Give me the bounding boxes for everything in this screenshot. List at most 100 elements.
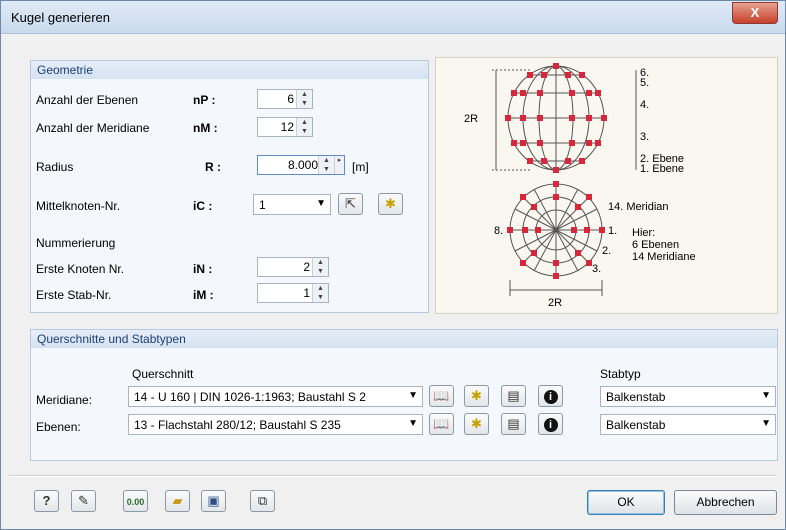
first-member-stepper[interactable]: 1 ▲ ▼ bbox=[257, 283, 329, 303]
sections-header: Querschnitte und Stabtypen bbox=[31, 330, 777, 348]
new-icon: ✱ bbox=[471, 388, 482, 403]
chevron-down-icon: ▼ bbox=[408, 418, 418, 429]
copy-icon: ⧉ bbox=[257, 493, 268, 508]
sphere-diagram: 2R 2R 6. 5. 4. 3. 2. Ebene 1. Ebene 14. … bbox=[435, 57, 778, 314]
radius-symbol: R : bbox=[205, 160, 221, 174]
help-button[interactable]: ? bbox=[34, 490, 59, 512]
new-node-button[interactable]: ✱ bbox=[378, 193, 403, 215]
planes-member-type-select[interactable]: Balkenstab ▼ bbox=[600, 414, 776, 435]
info-button[interactable]: i bbox=[538, 385, 563, 407]
radius-label: Radius bbox=[36, 160, 74, 174]
planes-cross-section-value: 13 - Flachstahl 280/12; Baustahl S 235 bbox=[134, 418, 341, 432]
library-button[interactable]: 📖 bbox=[429, 413, 454, 435]
meridian-14-label: 14. Meridian bbox=[608, 201, 669, 213]
info-icon: i bbox=[543, 390, 558, 404]
copy-button[interactable]: ⧉ bbox=[250, 490, 275, 512]
new-icon: ✱ bbox=[471, 416, 482, 431]
edit-section-button[interactable]: ▤ bbox=[501, 413, 526, 435]
info-icon: i bbox=[543, 418, 558, 432]
pick-node-button[interactable]: ⇱ bbox=[338, 193, 363, 215]
help-icon: ? bbox=[42, 493, 51, 508]
footer-separator bbox=[9, 475, 777, 477]
center-label: Mittelknoten-Nr. bbox=[36, 199, 121, 213]
planes-row-label: Ebenen: bbox=[36, 420, 81, 434]
units-icon: 0.00 bbox=[126, 497, 145, 507]
first-member-label: Erste Stab-Nr. bbox=[36, 288, 112, 302]
spin-arrows-icon[interactable]: ▲ ▼ bbox=[312, 258, 328, 276]
cross-section-header: Querschnitt bbox=[132, 367, 194, 381]
note-title: Hier: bbox=[632, 227, 655, 239]
chevron-down-icon: ▼ bbox=[761, 418, 771, 429]
radius-input[interactable]: 8.000 ▲ ▼ ▸ bbox=[257, 155, 345, 175]
level-1: 1. Ebene bbox=[640, 163, 684, 175]
planes-stepper[interactable]: 6 ▲ ▼ bbox=[257, 89, 313, 109]
meridians-stepper[interactable]: 12 ▲ ▼ bbox=[257, 117, 313, 137]
spin-arrows-icon[interactable]: ▲ ▼ bbox=[296, 118, 312, 136]
planes-member-type-value: Balkenstab bbox=[606, 418, 666, 432]
open-icon: ▰ bbox=[172, 493, 183, 508]
edit-icon: ▤ bbox=[507, 416, 520, 431]
meridians-label: Anzahl der Meridiane bbox=[36, 121, 150, 135]
edit-button[interactable]: ✎ bbox=[71, 490, 96, 512]
meridians-symbol: nM : bbox=[193, 121, 218, 135]
expand-arrow-icon[interactable]: ▸ bbox=[334, 156, 344, 174]
first-node-value: 2 bbox=[303, 260, 310, 274]
radius-value: 8.000 bbox=[287, 158, 318, 172]
chevron-down-icon: ▼ bbox=[316, 198, 326, 209]
first-member-value: 1 bbox=[303, 286, 310, 300]
ok-button[interactable]: OK bbox=[587, 490, 665, 515]
planes-symbol: nP : bbox=[193, 93, 216, 107]
meridians-row-label: Meridiane: bbox=[36, 393, 93, 407]
spin-arrows-icon[interactable]: ▲ ▼ bbox=[312, 284, 328, 302]
height-2r-label: 2R bbox=[464, 113, 478, 125]
spin-arrows-icon[interactable]: ▲ ▼ bbox=[296, 90, 312, 108]
level-5: 5. bbox=[640, 77, 649, 89]
meridians-cross-section-select[interactable]: 14 - U 160 | DIN 1026-1:1963; Baustahl S… bbox=[128, 386, 423, 407]
close-button[interactable]: X bbox=[732, 2, 778, 24]
meridian-1-label: 1. bbox=[608, 225, 617, 237]
edit-icon: ✎ bbox=[78, 493, 89, 508]
units-button[interactable]: 0.00 bbox=[123, 490, 148, 512]
spin-arrows-icon[interactable]: ▲ ▼ bbox=[318, 156, 334, 174]
meridian-8-label: 8. bbox=[494, 225, 503, 237]
meridians-member-type-value: Balkenstab bbox=[606, 390, 666, 404]
edit-section-button[interactable]: ▤ bbox=[501, 385, 526, 407]
meridian-3-label: 3. bbox=[592, 263, 601, 275]
first-member-symbol: iM : bbox=[193, 288, 214, 302]
note-planes: 6 Ebenen bbox=[632, 239, 679, 251]
open-button[interactable]: ▰ bbox=[165, 490, 190, 512]
save-button[interactable]: ▣ bbox=[201, 490, 226, 512]
first-node-stepper[interactable]: 2 ▲ ▼ bbox=[257, 257, 329, 277]
cancel-button[interactable]: Abbrechen bbox=[674, 490, 777, 515]
planes-cross-section-select[interactable]: 13 - Flachstahl 280/12; Baustahl S 235 ▼ bbox=[128, 414, 423, 435]
center-symbol: iC : bbox=[193, 199, 213, 213]
window-title: Kugel generieren bbox=[11, 10, 111, 25]
info-button[interactable]: i bbox=[538, 413, 563, 435]
first-node-label: Erste Knoten Nr. bbox=[36, 262, 125, 276]
new-section-button[interactable]: ✱ bbox=[464, 385, 489, 407]
new-section-button[interactable]: ✱ bbox=[464, 413, 489, 435]
dialog-window: Kugel generieren X Geometrie Anzahl der … bbox=[0, 0, 786, 530]
meridian-2-label: 2. bbox=[602, 245, 611, 257]
planes-value: 6 bbox=[287, 92, 294, 106]
first-node-symbol: iN : bbox=[193, 262, 213, 276]
meridians-value: 12 bbox=[280, 120, 294, 134]
numbering-label: Nummerierung bbox=[36, 236, 116, 250]
meridians-member-type-select[interactable]: Balkenstab ▼ bbox=[600, 386, 776, 407]
new-icon: ✱ bbox=[385, 196, 396, 211]
library-icon: 📖 bbox=[433, 416, 450, 431]
member-type-header: Stabtyp bbox=[600, 367, 641, 381]
meridians-cross-section-value: 14 - U 160 | DIN 1026-1:1963; Baustahl S… bbox=[134, 390, 366, 404]
geometry-header: Geometrie bbox=[31, 61, 428, 79]
planes-label: Anzahl der Ebenen bbox=[36, 93, 139, 107]
chevron-down-icon: ▼ bbox=[761, 390, 771, 401]
level-4: 4. bbox=[640, 99, 649, 111]
center-node-select[interactable]: 1 ▼ bbox=[253, 194, 331, 215]
edit-icon: ▤ bbox=[507, 388, 520, 403]
save-icon: ▣ bbox=[207, 493, 220, 508]
level-3: 3. bbox=[640, 131, 649, 143]
width-2r-label: 2R bbox=[548, 297, 562, 309]
pick-icon: ⇱ bbox=[345, 196, 356, 211]
library-button[interactable]: 📖 bbox=[429, 385, 454, 407]
radius-unit: [m] bbox=[352, 160, 369, 174]
